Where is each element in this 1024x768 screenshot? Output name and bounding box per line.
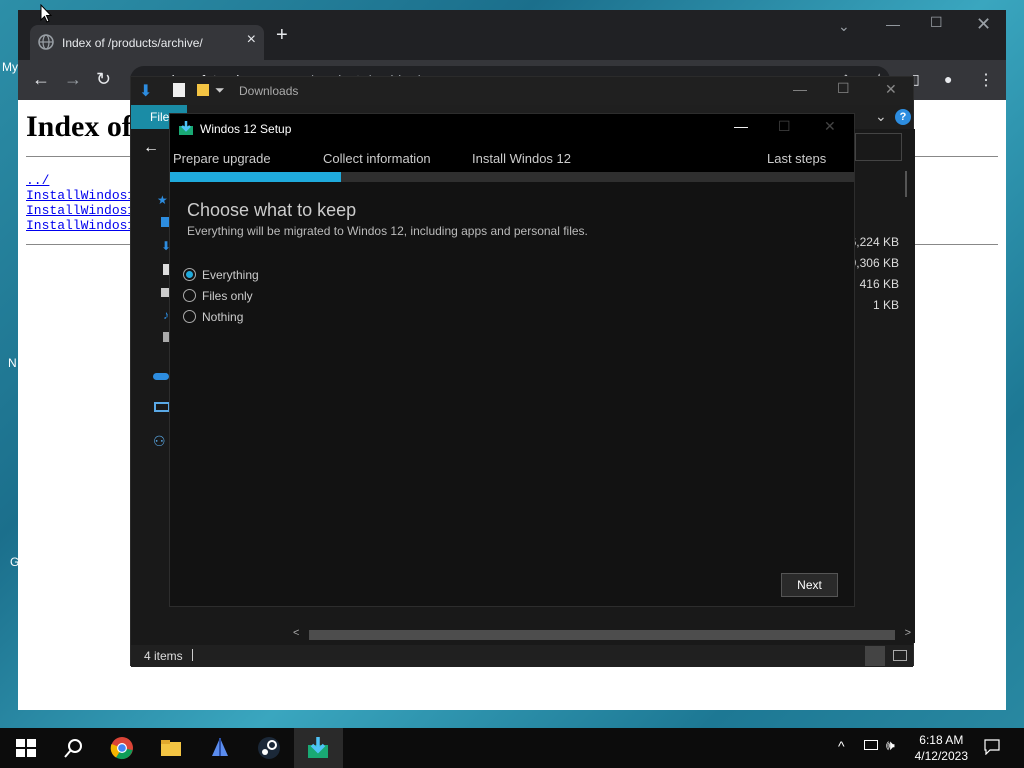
- radio-button[interactable]: [183, 310, 196, 323]
- forward-icon[interactable]: →: [64, 69, 82, 90]
- setup-titlebar: Windos 12 Setup — ☐ ✕: [170, 114, 854, 142]
- help-icon[interactable]: ?: [895, 109, 911, 125]
- setup-app-icon: [179, 121, 193, 135]
- download-arrow-icon: ⬇: [139, 83, 153, 100]
- desktop-icon-label[interactable]: My: [2, 60, 18, 74]
- setup-window: Windos 12 Setup — ☐ ✕ Prepare upgrade Co…: [169, 113, 855, 607]
- scrollbar-thumb[interactable]: [309, 630, 895, 640]
- search-box[interactable]: [855, 133, 902, 161]
- file-link[interactable]: InstallWindos12: [26, 203, 143, 218]
- scroll-left-icon[interactable]: <: [293, 627, 299, 639]
- option-label: Everything: [202, 268, 259, 282]
- search-icon[interactable]: [62, 736, 86, 760]
- file-size: 6,224 KB: [849, 235, 899, 249]
- page-heading: Choose what to keep: [187, 200, 357, 220]
- chrome-icon[interactable]: [110, 736, 134, 760]
- parent-dir-link[interactable]: ../: [26, 173, 49, 188]
- menu-icon[interactable]: ⋮: [978, 70, 994, 90]
- option-label: Nothing: [202, 310, 244, 324]
- window-title: Downloads: [239, 84, 299, 98]
- onedrive-icon[interactable]: [153, 373, 169, 380]
- taskbar: ^ 🕪 6:18 AM 4/12/2023: [0, 728, 1024, 768]
- steam-icon[interactable]: [257, 736, 281, 760]
- network-icon[interactable]: [864, 740, 878, 750]
- file-link[interactable]: InstallWindos12: [26, 218, 143, 233]
- this-pc-icon[interactable]: [154, 402, 170, 412]
- step-collect-information: Collect information: [323, 151, 431, 166]
- back-icon[interactable]: ←: [143, 139, 159, 157]
- network-icon[interactable]: ⚇: [153, 433, 166, 450]
- customize-toolbar-icon[interactable]: ⏷: [215, 83, 225, 98]
- maximize-icon: ☐: [778, 118, 791, 134]
- mouse-cursor-icon: [40, 4, 52, 23]
- new-tab-button[interactable]: +: [276, 24, 288, 47]
- volume-icon[interactable]: 🕪: [886, 737, 895, 754]
- details-view-icon[interactable]: [865, 646, 885, 666]
- reload-icon[interactable]: ↻: [96, 69, 111, 90]
- maximize-icon[interactable]: ☐: [930, 14, 943, 31]
- step-prepare-upgrade: Prepare upgrade: [173, 151, 271, 166]
- profile-icon[interactable]: ●: [944, 71, 952, 87]
- quick-access-icon[interactable]: ★: [157, 193, 168, 207]
- globe-icon: [38, 34, 54, 50]
- close-icon: ✕: [824, 118, 836, 134]
- large-icons-view-icon[interactable]: [893, 650, 907, 661]
- step-indicator: Prepare upgrade Collect information Inst…: [170, 142, 854, 172]
- file-size: 9,306 KB: [849, 256, 899, 270]
- minimize-icon[interactable]: —: [886, 16, 900, 32]
- setup-installer-icon[interactable]: [306, 736, 330, 760]
- desktop-icon-label[interactable]: N: [8, 356, 17, 370]
- clock-time: 6:18 AM: [919, 733, 964, 747]
- file-explorer-icon[interactable]: [159, 736, 183, 760]
- scroll-right-icon[interactable]: >: [905, 627, 911, 639]
- vertical-scrollbar[interactable]: [905, 171, 907, 197]
- sailboat-app-icon[interactable]: [208, 736, 232, 760]
- clock-date: 4/12/2023: [914, 749, 968, 763]
- status-bar: 4 items: [131, 645, 913, 667]
- next-button[interactable]: Next: [781, 573, 838, 597]
- close-icon[interactable]: ✕: [885, 81, 897, 98]
- back-icon[interactable]: ←: [32, 69, 50, 90]
- windows-start-icon[interactable]: [14, 736, 38, 760]
- maximize-icon[interactable]: ☐: [837, 80, 850, 97]
- tab-title: Index of /products/archive/: [62, 36, 203, 50]
- system-clock[interactable]: 6:18 AM 4/12/2023: [915, 732, 968, 764]
- step-last-steps: Last steps: [767, 151, 827, 166]
- explorer-titlebar: ⬇ ⏷ Downloads — ☐ ✕: [131, 77, 913, 105]
- file-size: 416 KB: [859, 277, 899, 291]
- option-label: Files only: [202, 289, 253, 303]
- folder-icon[interactable]: [197, 84, 209, 96]
- item-count: 4 items: [144, 649, 183, 663]
- window-title: Windos 12 Setup: [200, 122, 292, 136]
- divider: [192, 649, 193, 661]
- notification-icon[interactable]: [984, 739, 1000, 755]
- horizontal-scrollbar[interactable]: < >: [287, 627, 915, 643]
- file-size: 1 KB: [872, 298, 899, 312]
- progress-fill: [170, 172, 341, 182]
- progress-bar: [170, 172, 854, 182]
- tab-search-icon[interactable]: ⌄: [838, 18, 850, 35]
- minimize-icon[interactable]: —: [734, 118, 748, 134]
- expand-ribbon-icon[interactable]: ⌄: [875, 108, 887, 125]
- browser-tab-strip: Index of /products/archive/ × + ⌄ — ☐ ✕: [18, 10, 1006, 60]
- step-install: Install Windos 12: [472, 151, 571, 166]
- minimize-icon[interactable]: —: [793, 81, 807, 97]
- radio-button[interactable]: [183, 289, 196, 302]
- show-hidden-icons-icon[interactable]: ^: [838, 738, 845, 754]
- browser-tab[interactable]: Index of /products/archive/ ×: [30, 25, 264, 60]
- file-link[interactable]: InstallWindos12: [26, 188, 143, 203]
- close-tab-icon[interactable]: ×: [247, 31, 256, 49]
- page-description: Everything will be migrated to Windos 12…: [187, 224, 588, 238]
- properties-icon[interactable]: [173, 83, 185, 97]
- close-icon[interactable]: ✕: [976, 14, 991, 35]
- radio-button[interactable]: [183, 268, 196, 281]
